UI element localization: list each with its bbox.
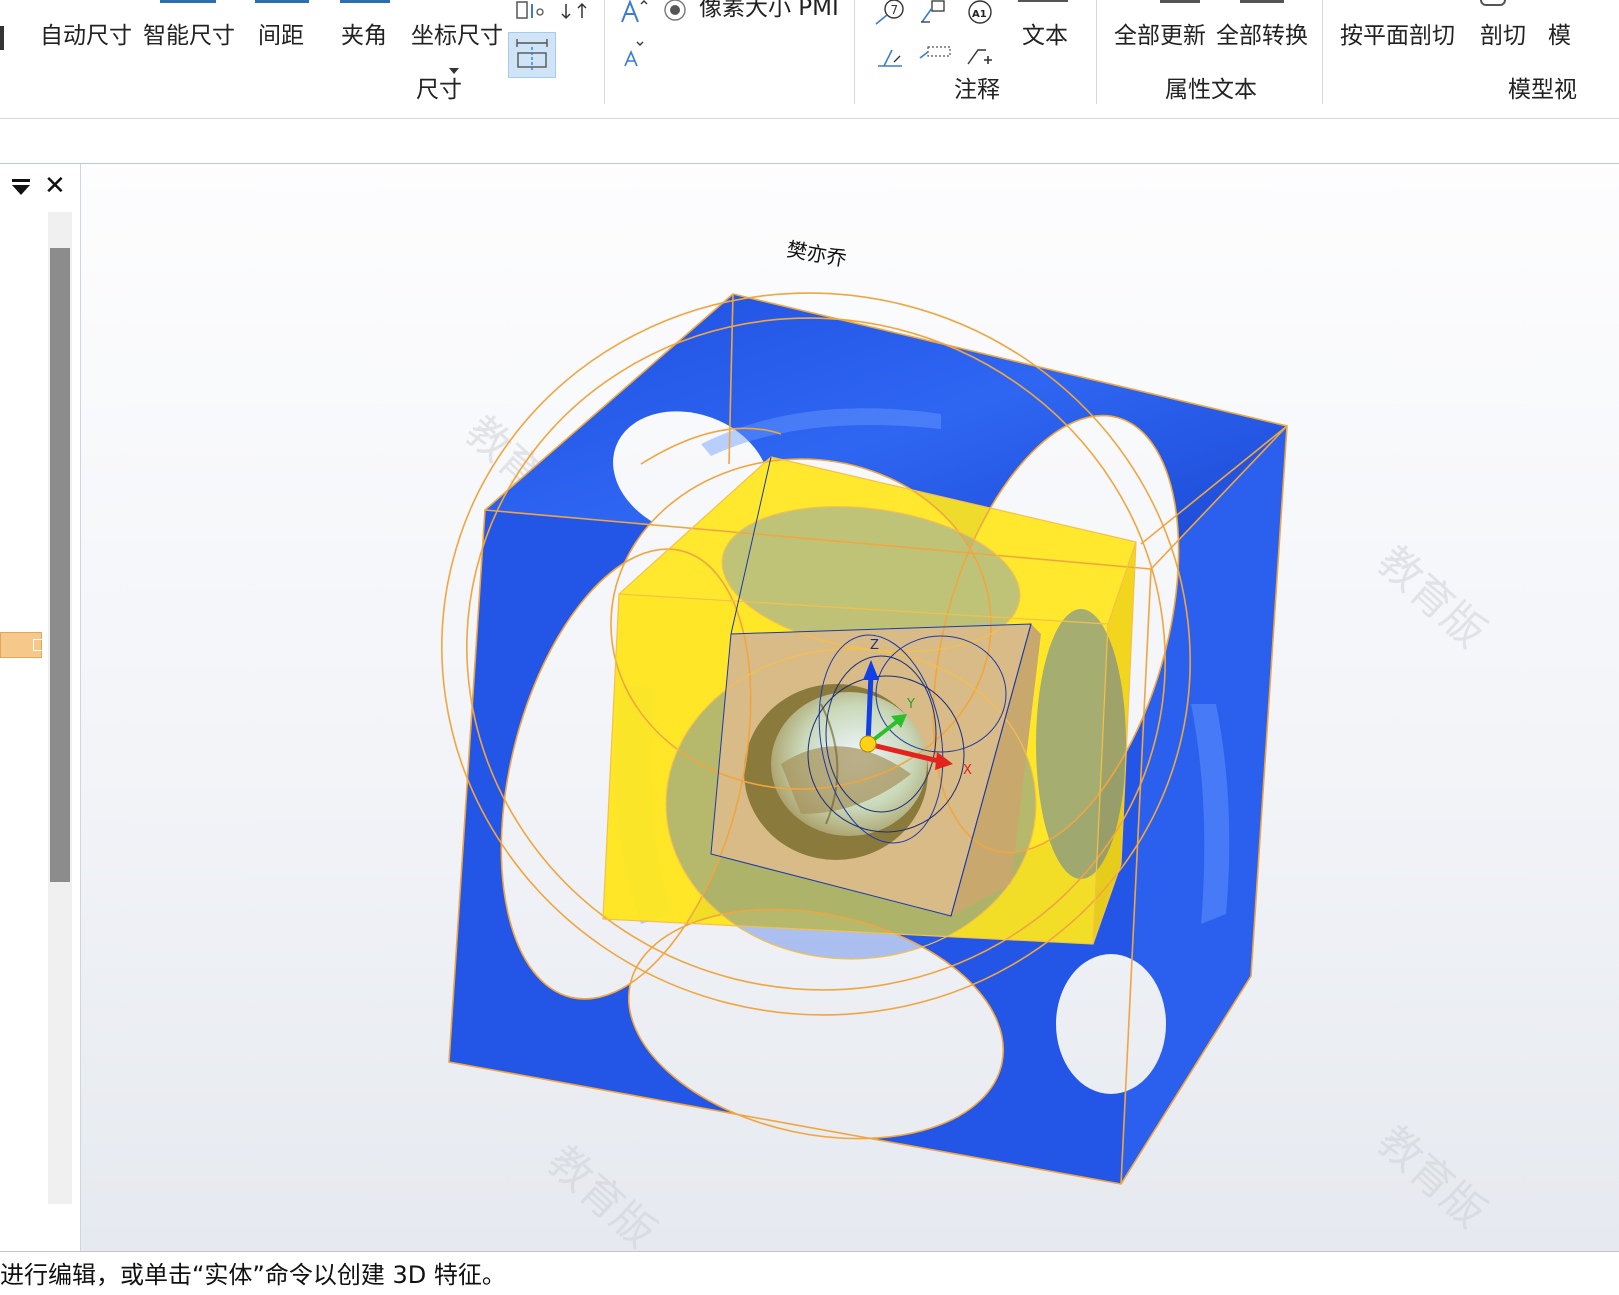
tree-item-icon <box>33 639 43 651</box>
convert-all-button[interactable]: 全部转换 <box>1216 22 1308 50</box>
pixel-pmi-label[interactable]: 像素大小 PMI <box>699 0 839 22</box>
spacing-button[interactable]: 间距 <box>258 22 304 50</box>
ribbon-separator <box>854 0 855 104</box>
dimension-dropdown-icon[interactable] <box>449 68 459 74</box>
convert-all-icon[interactable] <box>1240 0 1284 3</box>
section-by-plane-button[interactable]: 按平面剖切 <box>1340 22 1455 50</box>
update-all-icon[interactable] <box>1160 0 1200 3</box>
update-all-button[interactable]: 全部更新 <box>1114 22 1206 50</box>
svg-text:A1: A1 <box>972 9 987 20</box>
side-panel: ✕ <box>0 164 81 1251</box>
ribbon-top-accent <box>255 0 309 3</box>
coord-dim-button[interactable]: 坐标尺寸 <box>411 22 503 50</box>
ribbon-separator <box>1096 0 1097 104</box>
datum-label-icon[interactable]: A1 <box>962 0 998 26</box>
x-axis-label: X <box>963 763 972 778</box>
close-icon[interactable]: ✕ <box>44 172 66 200</box>
chain-dim-icon[interactable] <box>560 0 592 22</box>
z-axis-label: Z <box>870 638 879 653</box>
dimension-tool-icon[interactable] <box>514 0 548 22</box>
triad-origin[interactable] <box>859 735 877 753</box>
model-render[interactable]: Z Y X <box>81 164 1619 1251</box>
clipped-button-edge <box>0 26 4 50</box>
status-bar: 进行编辑，或单击“实体”命令以创建 3D 特征。 <box>0 1251 1619 1295</box>
ribbon-separator <box>604 0 605 104</box>
selected-tree-item[interactable] <box>0 632 43 658</box>
panel-scrollbar-thumb[interactable] <box>50 248 70 882</box>
symmetric-dim-icon <box>516 39 548 71</box>
feature-control-frame-icon[interactable] <box>918 0 952 26</box>
ribbon-top-accent <box>160 0 216 3</box>
text-tool-icon[interactable] <box>1018 0 1068 2</box>
section-icon[interactable] <box>1480 0 1506 6</box>
surface-finish-icon[interactable] <box>918 44 952 64</box>
group-annotation-label: 注释 <box>954 77 1000 103</box>
group-property-text-label: 属性文本 <box>1165 77 1257 103</box>
ribbon-separator <box>1322 0 1323 104</box>
model-button-clipped[interactable]: 模 <box>1548 22 1571 50</box>
group-model-view-label: 模型视 <box>1508 77 1577 103</box>
text-size-up-icon[interactable] <box>618 0 650 26</box>
z-axis[interactable] <box>865 673 874 745</box>
weld-symbol-icon[interactable] <box>874 40 906 70</box>
smart-dim-button[interactable]: 智能尺寸 <box>143 22 235 50</box>
leader-add-icon[interactable] <box>964 42 998 70</box>
command-bar <box>0 119 1619 164</box>
pixel-pmi-radio[interactable] <box>662 0 688 24</box>
angle-button[interactable]: 夹角 <box>341 22 387 50</box>
text-button[interactable]: 文本 <box>1022 22 1068 50</box>
3d-viewport[interactable]: 教育版 教育版 教育版 教育版 樊亦乔 Z Y X <box>81 164 1619 1251</box>
y-axis-label: Y <box>906 697 915 712</box>
section-button[interactable]: 剖切 <box>1480 22 1526 50</box>
group-dimension-label: 尺寸 <box>416 77 462 103</box>
svg-text:7: 7 <box>891 3 899 17</box>
balloon-icon[interactable]: 7 <box>872 0 908 26</box>
panel-menu-icon[interactable] <box>10 176 32 198</box>
ribbon: 自动尺寸 智能尺寸 间距 夹角 坐标尺寸 尺寸 像素大小 PMI 7 A1 文本… <box>0 0 1619 119</box>
text-size-down-icon[interactable] <box>622 38 648 68</box>
ribbon-top-accent <box>340 0 390 3</box>
symmetric-dim-button[interactable] <box>508 32 556 78</box>
auto-dim-button[interactable]: 自动尺寸 <box>40 22 132 50</box>
status-message: 进行编辑，或单击“实体”命令以创建 3D 特征。 <box>0 1261 506 1289</box>
